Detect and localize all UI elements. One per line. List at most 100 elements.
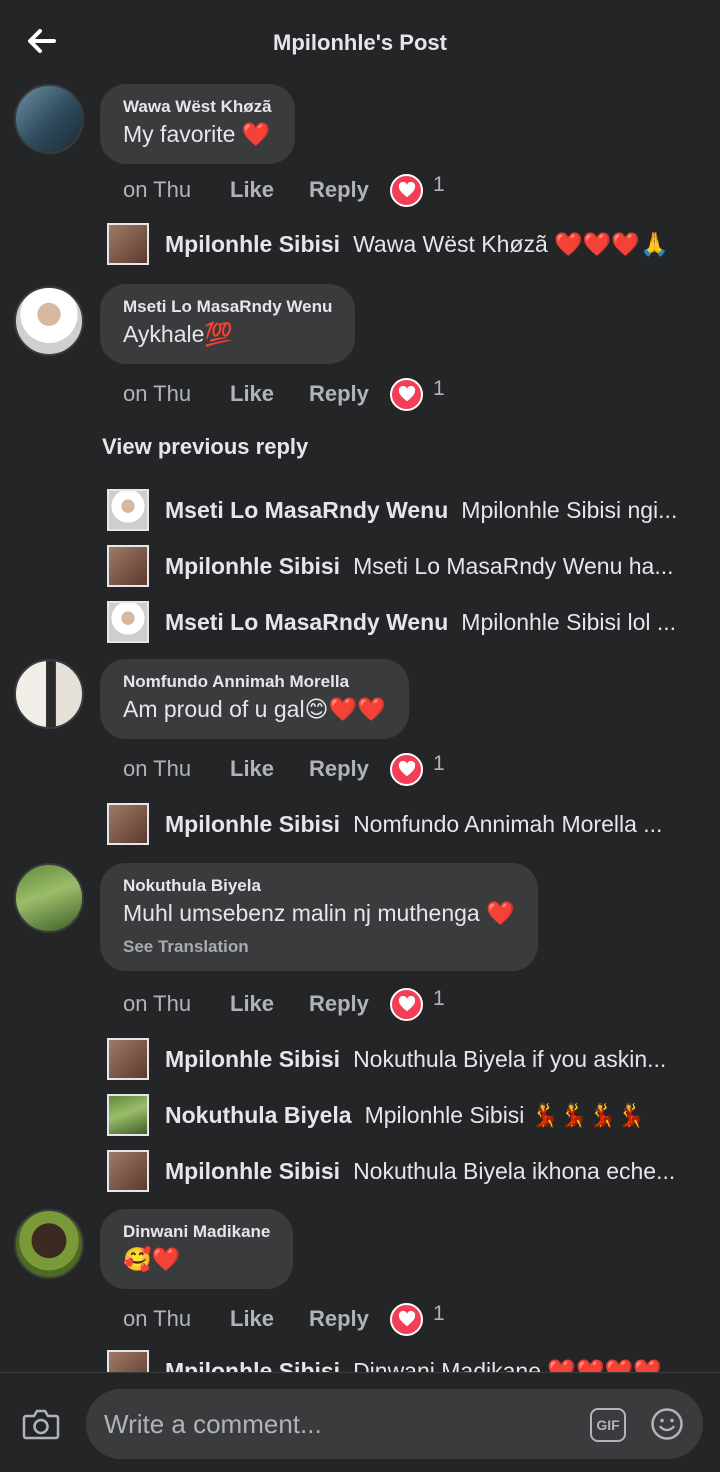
comment-actions: on Thu Like Reply 1 <box>123 1302 445 1336</box>
love-reaction-icon <box>390 173 423 207</box>
like-button[interactable]: Like <box>230 1306 309 1332</box>
comment-text: 🥰❤️ <box>123 1246 181 1272</box>
reply-row[interactable]: Mpilonhle Sibisi Nokuthula Biyela ikhona … <box>107 1149 697 1193</box>
comments-feed[interactable]: Wawa Wëst Khøzã My favorite ❤️ on Thu Li… <box>0 84 720 1372</box>
reaction-summary[interactable]: 1 <box>390 377 445 411</box>
reply-button[interactable]: Reply <box>309 991 390 1017</box>
comment-time: on Thu <box>123 381 192 406</box>
page-title: Mpilonhle's Post <box>273 30 447 55</box>
emoji-button[interactable] <box>650 1407 684 1441</box>
reaction-count: 1 <box>433 1302 445 1325</box>
like-button[interactable]: Like <box>230 756 309 782</box>
reply-author[interactable]: Mpilonhle Sibisi <box>165 1046 340 1072</box>
reaction-summary[interactable]: 1 <box>390 173 445 207</box>
comment-actions: on Thu Like Reply 1 <box>123 752 445 786</box>
commenter-name[interactable]: Dinwani Madikane <box>123 1221 270 1243</box>
reaction-summary[interactable]: 1 <box>390 1302 445 1336</box>
reply-author[interactable]: Mpilonhle Sibisi <box>165 1158 340 1184</box>
reply-text: Wawa Wëst Khøzã ❤️❤️❤️🙏 <box>353 230 669 257</box>
like-button[interactable]: Like <box>230 381 309 407</box>
reaction-count: 1 <box>433 752 445 775</box>
commenter-name[interactable]: Wawa Wëst Khøzã <box>123 96 272 118</box>
avatar[interactable] <box>14 863 84 933</box>
avatar[interactable] <box>14 1209 84 1279</box>
avatar[interactable] <box>14 659 84 729</box>
comment-bubble[interactable]: Dinwani Madikane 🥰❤️ <box>100 1209 294 1289</box>
reply-row[interactable]: Mpilonhle Sibisi Nomfundo Annimah Morella… <box>107 802 697 846</box>
comment-time: on Thu <box>123 1306 192 1331</box>
comment-bubble[interactable]: Nokuthula Biyela Muhl umsebenz malin nj … <box>100 863 538 971</box>
avatar[interactable] <box>14 286 84 356</box>
commenter-name[interactable]: Nokuthula Biyela <box>123 875 515 897</box>
reply-text: Nomfundo Annimah Morella ... <box>353 810 663 837</box>
reply-row[interactable]: Mpilonhle Sibisi Dinwani Madikane ❤️❤️❤️❤… <box>107 1349 697 1372</box>
love-reaction-icon <box>390 1302 423 1336</box>
reply-row[interactable]: Mseti Lo MasaRndy Wenu Mpilonhle Sibisi l… <box>107 600 697 644</box>
comment-bubble[interactable]: Mseti Lo MasaRndy Wenu Aykhale💯 <box>100 284 356 364</box>
commenter-name[interactable]: Nomfundo Annimah Morella <box>123 671 386 693</box>
camera-button[interactable] <box>22 1407 60 1441</box>
reply-author[interactable]: Mpilonhle Sibisi <box>165 231 340 257</box>
comment-time: on Thu <box>123 177 192 202</box>
avatar[interactable] <box>107 803 149 845</box>
reply-author[interactable]: Nokuthula Biyela <box>165 1102 352 1128</box>
avatar[interactable] <box>107 223 149 265</box>
comment-text: Muhl umsebenz malin nj muthenga ❤️ <box>123 900 515 926</box>
love-reaction-icon <box>390 987 423 1021</box>
comment-text: Am proud of u gal😊❤️❤️ <box>123 696 386 722</box>
reply-author[interactable]: Mseti Lo MasaRndy Wenu <box>165 609 448 635</box>
reply-button[interactable]: Reply <box>309 1306 390 1332</box>
comment-actions: on Thu Like Reply 1 <box>123 987 445 1021</box>
reply-button[interactable]: Reply <box>309 177 390 203</box>
like-button[interactable]: Like <box>230 177 309 203</box>
reply-author[interactable]: Mseti Lo MasaRndy Wenu <box>165 497 448 523</box>
comment-text: Aykhale💯 <box>123 321 234 347</box>
reaction-count: 1 <box>433 173 445 196</box>
avatar[interactable] <box>107 601 149 643</box>
comment-bubble[interactable]: Wawa Wëst Khøzã My favorite ❤️ <box>100 84 295 164</box>
top-bar: Mpilonhle's Post <box>0 0 720 84</box>
reaction-count: 1 <box>433 377 445 400</box>
reaction-count: 1 <box>433 987 445 1010</box>
avatar[interactable] <box>107 1350 149 1372</box>
reply-text: Mpilonhle Sibisi 💃💃💃💃 <box>364 1101 646 1128</box>
reaction-summary[interactable]: 1 <box>390 752 445 786</box>
reply-row[interactable]: Mpilonhle Sibisi Wawa Wëst Khøzã ❤️❤️❤️🙏 <box>107 222 697 266</box>
camera-icon <box>22 1409 60 1440</box>
reply-row[interactable]: Mpilonhle Sibisi Mseti Lo MasaRndy Wenu h… <box>107 544 697 588</box>
gif-button[interactable]: GIF <box>590 1408 626 1442</box>
avatar[interactable] <box>14 84 84 154</box>
reply-text: Nokuthula Biyela ikhona eche... <box>353 1157 676 1184</box>
love-reaction-icon <box>390 752 423 786</box>
avatar[interactable] <box>107 1150 149 1192</box>
comment-actions: on Thu Like Reply 1 <box>123 377 445 411</box>
reaction-summary[interactable]: 1 <box>390 987 445 1021</box>
reply-author[interactable]: Mpilonhle Sibisi <box>165 811 340 837</box>
reply-button[interactable]: Reply <box>309 756 390 782</box>
smiley-icon <box>651 1408 683 1440</box>
comment-actions: on Thu Like Reply 1 <box>123 173 445 207</box>
avatar[interactable] <box>107 1094 149 1136</box>
see-translation-link[interactable]: See Translation <box>123 937 515 957</box>
like-button[interactable]: Like <box>230 991 309 1017</box>
reply-author[interactable]: Mpilonhle Sibisi <box>165 553 340 579</box>
reply-text: Mpilonhle Sibisi lol ... <box>461 608 677 635</box>
reply-text: Nokuthula Biyela if you askin... <box>353 1045 667 1072</box>
reply-row[interactable]: Nokuthula Biyela Mpilonhle Sibisi 💃💃💃💃 <box>107 1093 697 1137</box>
avatar[interactable] <box>107 1038 149 1080</box>
comment-bubble[interactable]: Nomfundo Annimah Morella Am proud of u g… <box>100 659 409 739</box>
avatar[interactable] <box>107 545 149 587</box>
reply-author[interactable]: Mpilonhle Sibisi <box>165 1358 340 1373</box>
view-previous-reply-link[interactable]: View previous reply <box>102 434 308 460</box>
avatar[interactable] <box>107 489 149 531</box>
comment-time: on Thu <box>123 991 192 1016</box>
reply-row[interactable]: Mpilonhle Sibisi Nokuthula Biyela if you … <box>107 1037 697 1081</box>
reply-button[interactable]: Reply <box>309 381 390 407</box>
reply-text: Mpilonhle Sibisi ngi... <box>461 496 678 523</box>
reply-row[interactable]: Mseti Lo MasaRndy Wenu Mpilonhle Sibisi n… <box>107 488 697 532</box>
comment-text: My favorite ❤️ <box>123 121 271 147</box>
reply-text: Dinwani Madikane ❤️❤️❤️❤️ <box>353 1357 662 1373</box>
commenter-name[interactable]: Mseti Lo MasaRndy Wenu <box>123 296 332 318</box>
reply-text: Mseti Lo MasaRndy Wenu ha... <box>353 552 674 579</box>
love-reaction-icon <box>390 377 423 411</box>
